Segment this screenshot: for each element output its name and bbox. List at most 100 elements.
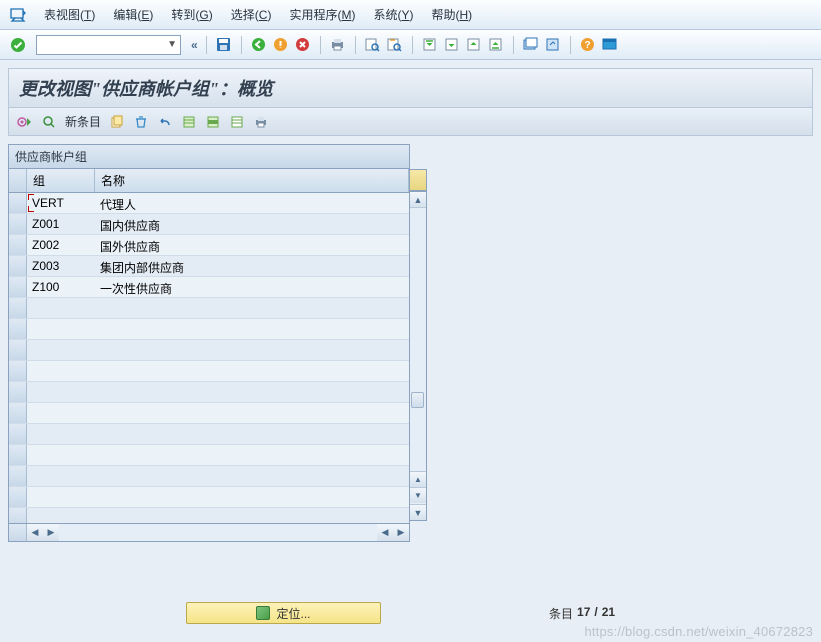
- cell-code[interactable]: Z001: [27, 214, 95, 234]
- cell-name[interactable]: 代理人: [95, 193, 409, 213]
- cell-code[interactable]: [27, 382, 95, 402]
- cell-name[interactable]: [95, 403, 409, 423]
- cancel-icon[interactable]: [294, 36, 312, 54]
- position-button[interactable]: 定位...: [186, 602, 381, 624]
- cell-code[interactable]: Z003: [27, 256, 95, 276]
- row-selector[interactable]: [9, 403, 27, 423]
- prev-page-icon[interactable]: [443, 36, 461, 54]
- cell-code[interactable]: [27, 340, 95, 360]
- table-row[interactable]: Z003集团内部供应商: [9, 256, 409, 277]
- cell-name[interactable]: [95, 445, 409, 465]
- hscroll-left2-icon[interactable]: ▶: [43, 524, 59, 541]
- row-selector[interactable]: [9, 445, 27, 465]
- cell-code[interactable]: [27, 508, 95, 523]
- row-selector[interactable]: [9, 193, 27, 213]
- cell-name[interactable]: [95, 487, 409, 507]
- menu-select[interactable]: 选择(C): [227, 4, 276, 25]
- column-code[interactable]: 组: [27, 169, 95, 192]
- scroll-thumb[interactable]: [411, 392, 424, 408]
- table-row[interactable]: [9, 382, 409, 403]
- column-name[interactable]: 名称: [95, 169, 409, 192]
- collapse-icon[interactable]: «: [191, 38, 198, 52]
- scroll-page-up-icon[interactable]: ▲: [410, 471, 426, 487]
- row-selector[interactable]: [9, 361, 27, 381]
- table-row[interactable]: [9, 319, 409, 340]
- cell-name[interactable]: [95, 382, 409, 402]
- row-selector[interactable]: [9, 214, 27, 234]
- hscroll-right2-icon[interactable]: ◀: [377, 524, 393, 541]
- cell-name[interactable]: [95, 319, 409, 339]
- cell-code[interactable]: [27, 403, 95, 423]
- cell-code[interactable]: Z100: [27, 277, 95, 297]
- deselect-all-icon[interactable]: [229, 114, 245, 130]
- menu-utilities[interactable]: 实用程序(M): [285, 4, 359, 25]
- scroll-down-icon[interactable]: ▼: [410, 504, 426, 520]
- cell-name[interactable]: [95, 466, 409, 486]
- menu-edit[interactable]: 编辑(E): [109, 4, 157, 25]
- cell-code[interactable]: [27, 445, 95, 465]
- cell-code[interactable]: [27, 487, 95, 507]
- cell-name[interactable]: [95, 298, 409, 318]
- table-row[interactable]: [9, 487, 409, 508]
- cell-code[interactable]: [27, 424, 95, 444]
- cell-name[interactable]: 国内供应商: [95, 214, 409, 234]
- cell-name[interactable]: [95, 508, 409, 523]
- scroll-page-down-icon[interactable]: ▼: [410, 487, 426, 503]
- cell-code[interactable]: [27, 361, 95, 381]
- first-page-icon[interactable]: [421, 36, 439, 54]
- save-icon[interactable]: [215, 36, 233, 54]
- menu-system[interactable]: 系统(Y): [369, 4, 417, 25]
- toggle-display-change-icon[interactable]: [17, 114, 33, 130]
- find-next-icon[interactable]: [386, 36, 404, 54]
- row-selector[interactable]: [9, 466, 27, 486]
- row-selector[interactable]: [9, 340, 27, 360]
- table-row[interactable]: Z100一次性供应商: [9, 277, 409, 298]
- cell-code[interactable]: Z002: [27, 235, 95, 255]
- row-selector[interactable]: [9, 319, 27, 339]
- cell-name[interactable]: 集团内部供应商: [95, 256, 409, 276]
- cell-name[interactable]: [95, 340, 409, 360]
- exit-icon[interactable]: [272, 36, 290, 54]
- back-icon[interactable]: [250, 36, 268, 54]
- table-row[interactable]: [9, 340, 409, 361]
- row-selector[interactable]: [9, 277, 27, 297]
- row-selector[interactable]: [9, 256, 27, 276]
- details-icon[interactable]: [41, 114, 57, 130]
- cell-name[interactable]: 一次性供应商: [95, 277, 409, 297]
- row-selector[interactable]: [9, 298, 27, 318]
- select-all-icon[interactable]: [181, 114, 197, 130]
- undo-icon[interactable]: [157, 114, 173, 130]
- copy-icon[interactable]: [109, 114, 125, 130]
- cell-code[interactable]: [27, 298, 95, 318]
- menu-table-view[interactable]: 表视图(T): [40, 4, 99, 25]
- cell-code[interactable]: VERT: [27, 193, 95, 213]
- delete-icon[interactable]: [133, 114, 149, 130]
- table-row[interactable]: [9, 466, 409, 487]
- new-session-icon[interactable]: [522, 36, 540, 54]
- table-row[interactable]: Z002国外供应商: [9, 235, 409, 256]
- table-row[interactable]: [9, 508, 409, 523]
- print-icon[interactable]: [329, 36, 347, 54]
- help-icon[interactable]: ?: [579, 36, 597, 54]
- cell-code[interactable]: [27, 319, 95, 339]
- generate-shortcut-icon[interactable]: [544, 36, 562, 54]
- table-row[interactable]: [9, 424, 409, 445]
- cell-name[interactable]: [95, 424, 409, 444]
- scroll-up-icon[interactable]: ▲: [410, 192, 426, 208]
- new-entries-button[interactable]: 新条目: [65, 113, 101, 130]
- table-row[interactable]: [9, 445, 409, 466]
- configure-columns-icon[interactable]: [410, 169, 427, 191]
- enter-icon[interactable]: [10, 37, 26, 53]
- select-all-column[interactable]: [9, 169, 27, 192]
- select-block-icon[interactable]: [205, 114, 221, 130]
- app-menu-icon[interactable]: [6, 8, 30, 22]
- cell-name[interactable]: 国外供应商: [95, 235, 409, 255]
- customize-layout-icon[interactable]: [601, 36, 619, 54]
- table-row[interactable]: [9, 298, 409, 319]
- row-selector[interactable]: [9, 382, 27, 402]
- vertical-scrollbar[interactable]: ▲ ▲ ▼ ▼: [410, 191, 427, 521]
- command-field[interactable]: ▼: [36, 35, 181, 55]
- print-list-icon[interactable]: [253, 114, 269, 130]
- hscroll-right-icon[interactable]: ▶: [393, 524, 409, 541]
- last-page-icon[interactable]: [487, 36, 505, 54]
